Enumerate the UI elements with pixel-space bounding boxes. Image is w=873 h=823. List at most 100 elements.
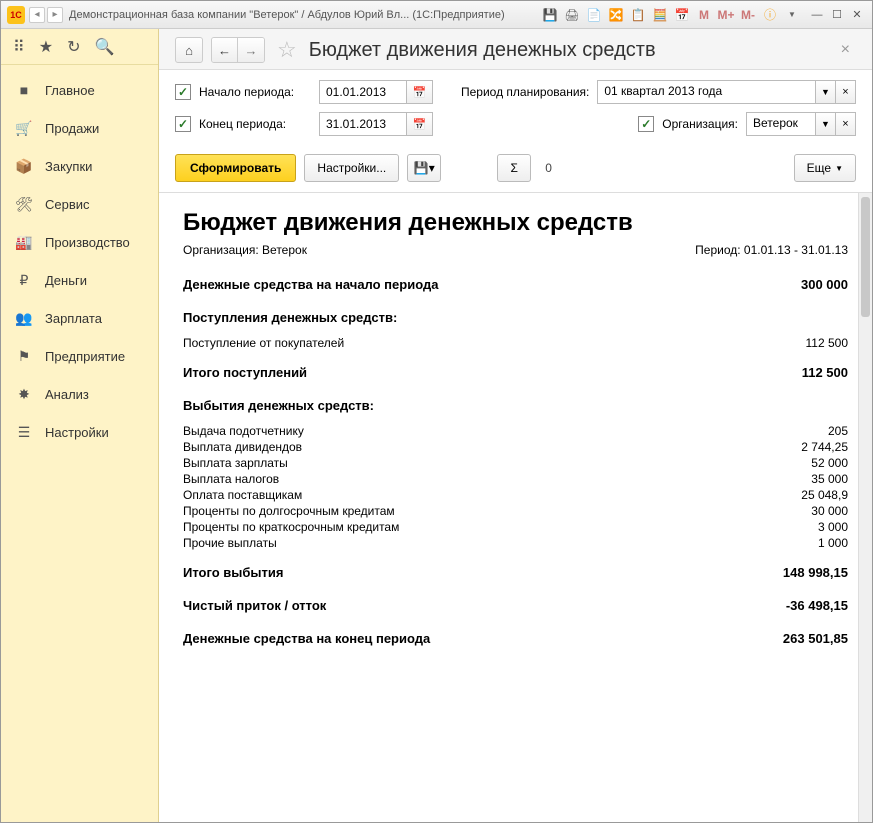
calendar-icon[interactable]: 📅 <box>674 7 690 23</box>
nav-back-icon[interactable]: ◂ <box>29 7 45 23</box>
page-fwd-button[interactable]: → <box>238 38 264 62</box>
scrollbar[interactable] <box>858 193 872 822</box>
settings-button[interactable]: Настройки... <box>304 154 399 182</box>
info-icon[interactable]: ⓘ <box>762 7 778 23</box>
row-value: 3 000 <box>728 520 848 534</box>
print-icon[interactable]: 🖨 <box>564 7 580 23</box>
sidebar-item-analysis[interactable]: ✸Анализ <box>1 375 158 413</box>
calc-icon[interactable]: 🧮 <box>652 7 668 23</box>
doc-icon[interactable]: 📄 <box>586 7 602 23</box>
org-select[interactable]: Ветерок ▼ × <box>746 112 856 136</box>
history-icon[interactable]: ↻ <box>67 37 80 57</box>
calendar-icon[interactable]: 📅 <box>407 80 433 104</box>
sidebar-menu: ■Главное 🛒Продажи 📦 Закупки 🛠 Сервис 🏭Прои… <box>1 65 158 457</box>
plan-period-select[interactable]: 01 квартал 2013 года ▼ × <box>597 80 856 104</box>
minimize-button[interactable]: — <box>808 7 826 23</box>
end-period-input[interactable]: 📅 <box>319 112 433 136</box>
sidebar-item-label: Главное <box>45 83 95 98</box>
favorite-star-icon[interactable]: ☆ <box>277 37 297 63</box>
save-variant-button[interactable]: 💾▾ <box>407 154 441 182</box>
calendar-icon[interactable]: 📅 <box>407 112 433 136</box>
sidebar-item-money[interactable]: ₽Деньги <box>1 261 158 299</box>
close-button[interactable]: ✕ <box>848 7 866 23</box>
sidebar-topbar: ⠿ ★ ↻ 🔍 <box>1 29 158 65</box>
clipboard-icon[interactable]: 📋 <box>630 7 646 23</box>
net-value: -36 498,15 <box>728 598 848 613</box>
report-row: Оплата поставщикам25 048,9 <box>183 487 848 503</box>
sigma-value: 0 <box>545 161 552 175</box>
row-label: Выдача подотчетнику <box>183 424 304 438</box>
scrollbar-thumb[interactable] <box>861 197 870 317</box>
report-scroll[interactable]: Бюджет движения денежных средств Организ… <box>159 193 872 822</box>
end-period-checkbox[interactable]: ✓ <box>175 116 191 132</box>
box-icon: 📦 <box>15 158 33 175</box>
start-period-label: Начало периода: <box>199 85 311 99</box>
report-period-meta: Период: 01.01.13 - 31.01.13 <box>695 243 848 257</box>
info-dd-icon[interactable]: ▼ <box>784 7 800 23</box>
sidebar-item-sales[interactable]: 🛒Продажи <box>1 109 158 147</box>
org-label: Организация: <box>662 117 738 131</box>
row-value: 2 744,25 <box>728 440 848 454</box>
sidebar-item-settings[interactable]: ☰Настройки <box>1 413 158 451</box>
compare-icon[interactable]: 🔀 <box>608 7 624 23</box>
flag-icon: ⚑ <box>15 348 33 365</box>
plan-period-label: Период планирования: <box>461 85 589 99</box>
apps-icon[interactable]: ⠿ <box>13 37 25 57</box>
sidebar: ⠿ ★ ↻ 🔍 ■Главное 🛒Продажи 📦 Закупки 🛠 Серв… <box>1 29 159 822</box>
end-date-field[interactable] <box>319 112 407 136</box>
start-date-field[interactable] <box>319 80 407 104</box>
report-row: Выплата зарплаты52 000 <box>183 455 848 471</box>
tools-icon: 🛠 <box>15 196 33 213</box>
search-icon[interactable]: 🔍 <box>94 37 114 57</box>
dropdown-icon[interactable]: ▼ <box>816 80 836 104</box>
row-value: 35 000 <box>728 472 848 486</box>
sidebar-item-purchases[interactable]: 📦 Закупки <box>1 147 158 185</box>
report-row: Прочие выплаты1 000 <box>183 535 848 551</box>
sidebar-item-label: Предприятие <box>45 349 125 364</box>
org-checkbox[interactable]: ✓ <box>638 116 654 132</box>
dropdown-icon[interactable]: ▼ <box>816 112 836 136</box>
window-buttons: — ☐ ✕ <box>808 7 866 23</box>
mem-mplus-icon[interactable]: M+ <box>718 7 734 23</box>
page-nav: ← → <box>211 37 265 63</box>
mem-m-icon[interactable]: M <box>696 7 712 23</box>
clear-icon[interactable]: × <box>836 80 856 104</box>
sidebar-item-production[interactable]: 🏭Производство <box>1 223 158 261</box>
row-value: 205 <box>728 424 848 438</box>
favorite-icon[interactable]: ★ <box>39 37 53 57</box>
report-row: Проценты по краткосрочным кредитам 3 000 <box>183 519 848 535</box>
plan-period-value: 01 квартал 2013 года <box>597 80 816 104</box>
more-button[interactable]: Еще▼ <box>794 154 856 182</box>
nav-fwd-icon[interactable]: ▸ <box>47 7 63 23</box>
clear-icon[interactable]: × <box>836 112 856 136</box>
row-label: Поступление от покупателей <box>183 336 344 350</box>
generate-button[interactable]: Сформировать <box>175 154 296 182</box>
sidebar-item-label: Закупки <box>45 159 92 174</box>
outflows-total-label: Итого выбытия <box>183 565 283 580</box>
window-title: Демонстрационная база компании "Ветерок"… <box>69 9 542 21</box>
page-close-button[interactable]: × <box>835 41 856 59</box>
sidebar-item-label: Настройки <box>45 425 109 440</box>
home-button[interactable]: ⌂ <box>175 37 203 63</box>
sidebar-item-salary[interactable]: 👥Зарплата <box>1 299 158 337</box>
report-row: Выдача подотчетнику 205 <box>183 423 848 439</box>
factory-icon: 🏭 <box>15 234 33 251</box>
sidebar-item-company[interactable]: ⚑ Предприятие <box>1 337 158 375</box>
row-value: 112 500 <box>728 336 848 350</box>
row-label: Оплата поставщикам <box>183 488 302 502</box>
sidebar-item-label: Сервис <box>45 197 90 212</box>
start-period-checkbox[interactable]: ✓ <box>175 84 191 100</box>
ruble-icon: ₽ <box>15 272 33 289</box>
mem-mminus-icon[interactable]: M- <box>740 7 756 23</box>
app-logo-icon: 1C <box>7 6 25 24</box>
row-label: Проценты по краткосрочным кредитам <box>183 520 399 534</box>
maximize-button[interactable]: ☐ <box>828 7 846 23</box>
outflows-header: Выбытия денежных средств: <box>183 398 374 413</box>
params-panel: ✓ Начало периода: 📅 Период планирования:… <box>159 70 872 152</box>
start-period-input[interactable]: 📅 <box>319 80 433 104</box>
sidebar-item-service[interactable]: 🛠 Сервис <box>1 185 158 223</box>
page-back-button[interactable]: ← <box>212 38 238 62</box>
save-icon[interactable]: 💾 <box>542 7 558 23</box>
sigma-button[interactable]: Σ <box>497 154 531 182</box>
sidebar-item-main[interactable]: ■Главное <box>1 71 158 109</box>
